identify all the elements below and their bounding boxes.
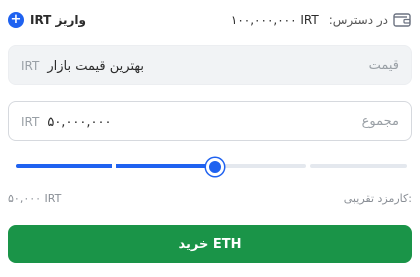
slider-thumb[interactable] — [206, 158, 224, 176]
fee-label: کارمزد تقریبی: — [343, 192, 412, 205]
total-input[interactable] — [47, 114, 248, 130]
price-value-wrap: IRT بهترین قیمت بازار — [21, 46, 144, 86]
deposit-irt-button[interactable]: واریز IRT + — [8, 8, 86, 32]
slider-track-segment — [310, 164, 407, 168]
wallet-icon — [392, 10, 412, 30]
total-field[interactable]: مجموع IRT — [8, 101, 412, 141]
fee-row: کارمزد تقریبی: ۵۰,۰۰۰ IRT — [0, 192, 420, 210]
plus-circle-icon: + — [8, 12, 24, 28]
fee-value: ۵۰,۰۰۰ IRT — [8, 192, 62, 205]
available-balance: در دسترس: ۱۰۰,۰۰۰,۰۰۰ IRT — [231, 8, 412, 32]
available-label: در دسترس: — [328, 13, 388, 27]
slider-track-segment — [216, 164, 306, 168]
amount-slider[interactable] — [16, 158, 407, 176]
total-label: مجموع — [361, 114, 399, 129]
top-row: در دسترس: ۱۰۰,۰۰۰,۰۰۰ IRT واریز IRT + — [0, 8, 420, 32]
price-label: قیمت — [368, 58, 399, 73]
available-value: ۱۰۰,۰۰۰,۰۰۰ IRT — [230, 13, 319, 27]
price-value: بهترین قیمت بازار — [47, 58, 144, 74]
total-unit: IRT — [21, 115, 40, 129]
deposit-label: واریز IRT — [30, 13, 86, 27]
price-field[interactable]: قیمت IRT بهترین قیمت بازار — [8, 45, 412, 85]
total-value-wrap: IRT — [21, 102, 248, 142]
slider-tick — [112, 164, 116, 168]
price-unit: IRT — [21, 59, 40, 73]
buy-eth-button[interactable]: خرید ETH — [8, 225, 412, 263]
